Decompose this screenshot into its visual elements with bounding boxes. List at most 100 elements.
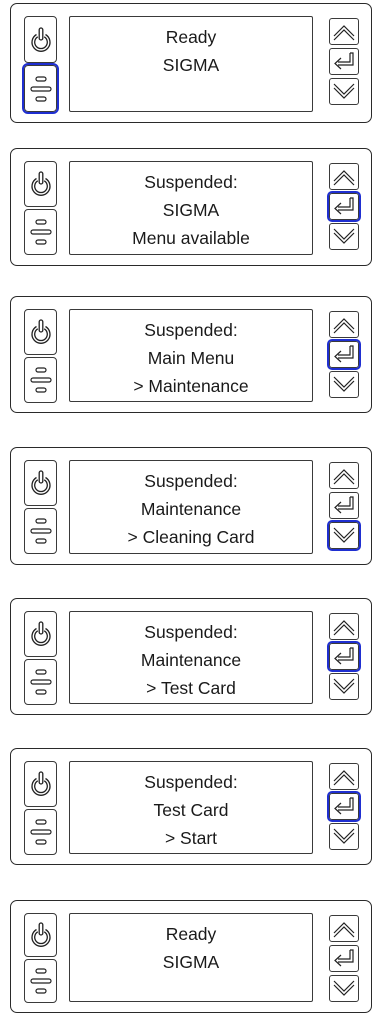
down-arrow-icon	[331, 375, 357, 395]
power-icon	[29, 620, 53, 648]
up-button[interactable]	[329, 18, 359, 45]
menu-button[interactable]	[24, 659, 57, 705]
up-button[interactable]	[329, 613, 359, 640]
panel-state-1: Ready SIGMA	[10, 3, 372, 123]
up-arrow-icon	[331, 315, 357, 335]
up-arrow-icon	[331, 767, 357, 787]
panel-state-5: Suspended: Maintenance > Test Card	[10, 598, 372, 715]
lcd-display: Ready SIGMA	[69, 913, 313, 1002]
enter-icon	[332, 796, 356, 818]
power-button[interactable]	[24, 161, 57, 207]
power-icon	[29, 170, 53, 198]
enter-icon	[332, 344, 356, 366]
up-button[interactable]	[329, 462, 359, 489]
up-button[interactable]	[329, 163, 359, 190]
power-button[interactable]	[24, 761, 57, 807]
up-button[interactable]	[329, 763, 359, 790]
enter-button[interactable]	[327, 339, 361, 370]
enter-icon	[332, 948, 356, 970]
down-button[interactable]	[329, 223, 359, 250]
lcd-line-2: Test Card	[153, 800, 229, 820]
menu-icon	[29, 365, 53, 395]
menu-button[interactable]	[24, 209, 57, 255]
panel-state-7: Ready SIGMA	[10, 900, 372, 1013]
down-button[interactable]	[329, 823, 359, 850]
enter-icon	[332, 646, 356, 668]
power-icon	[29, 26, 53, 54]
down-button[interactable]	[329, 673, 359, 700]
lcd-line-2: Maintenance	[140, 499, 242, 519]
power-button[interactable]	[24, 16, 57, 63]
enter-icon	[332, 196, 356, 218]
lcd-line-3: > Cleaning Card	[127, 527, 255, 547]
panel-state-2: Suspended: SIGMA Menu available	[10, 148, 372, 266]
down-arrow-icon	[331, 677, 357, 697]
up-arrow-icon	[331, 466, 357, 486]
up-arrow-icon	[331, 22, 357, 42]
down-button[interactable]	[329, 78, 359, 105]
enter-button[interactable]	[329, 945, 359, 972]
power-button[interactable]	[24, 309, 57, 355]
lcd-line-3: > Test Card	[146, 678, 236, 698]
lcd-line-2: SIGMA	[162, 200, 220, 220]
up-arrow-icon	[331, 919, 357, 939]
enter-button[interactable]	[329, 492, 359, 519]
down-arrow-icon	[331, 979, 357, 999]
menu-icon	[29, 817, 53, 847]
lcd-line-2: Maintenance	[140, 650, 242, 670]
lcd-line-1: Suspended:	[144, 471, 238, 491]
lcd-display: Suspended: Test Card > Start	[69, 761, 313, 854]
down-arrow-icon	[331, 82, 357, 102]
enter-button[interactable]	[327, 791, 361, 822]
enter-button[interactable]	[329, 48, 359, 75]
down-arrow-icon	[331, 227, 357, 247]
lcd-line-3: Menu available	[132, 228, 250, 248]
power-button[interactable]	[24, 460, 57, 506]
lcd-display: Ready SIGMA	[69, 16, 313, 112]
panel-state-4: Suspended: Maintenance > Cleaning Card	[10, 447, 372, 565]
power-icon	[29, 921, 53, 949]
lcd-line-1: Suspended:	[144, 622, 238, 642]
menu-icon	[29, 74, 53, 104]
enter-icon	[332, 495, 356, 517]
menu-button[interactable]	[24, 508, 57, 554]
enter-icon	[332, 51, 356, 73]
power-icon	[29, 318, 53, 346]
lcd-display: Suspended: Main Menu > Maintenance	[69, 309, 313, 402]
down-button[interactable]	[329, 371, 359, 398]
lcd-line-1: Suspended:	[144, 320, 238, 340]
panel-state-3: Suspended: Main Menu > Maintenance	[10, 296, 372, 413]
lcd-line-3: > Start	[164, 828, 218, 848]
lcd-line-3: > Maintenance	[133, 376, 249, 396]
lcd-line-1: Suspended:	[144, 172, 238, 192]
down-button[interactable]	[329, 975, 359, 1002]
lcd-display: Suspended: Maintenance > Test Card	[69, 611, 313, 704]
up-button[interactable]	[329, 915, 359, 942]
lcd-line-2: Main Menu	[147, 348, 235, 368]
down-arrow-icon	[331, 526, 357, 546]
up-button[interactable]	[329, 311, 359, 338]
down-arrow-icon	[331, 827, 357, 847]
power-icon	[29, 469, 53, 497]
enter-button[interactable]	[327, 641, 361, 672]
menu-icon	[29, 516, 53, 546]
menu-button[interactable]	[24, 357, 57, 403]
menu-button[interactable]	[24, 809, 57, 855]
lcd-line-1: Ready	[165, 924, 217, 944]
panel-state-6: Suspended: Test Card > Start	[10, 748, 372, 865]
menu-icon	[29, 966, 53, 996]
menu-button[interactable]	[22, 63, 59, 114]
lcd-line-2: SIGMA	[162, 952, 220, 972]
enter-button[interactable]	[327, 191, 361, 222]
lcd-line-1: Ready	[165, 27, 217, 47]
lcd-display: Suspended: Maintenance > Cleaning Card	[69, 460, 313, 554]
down-button[interactable]	[327, 520, 361, 551]
menu-icon	[29, 667, 53, 697]
power-button[interactable]	[24, 611, 57, 657]
up-arrow-icon	[331, 617, 357, 637]
lcd-line-2: SIGMA	[162, 55, 220, 75]
menu-icon	[29, 217, 53, 247]
up-arrow-icon	[331, 167, 357, 187]
menu-button[interactable]	[24, 959, 57, 1003]
power-button[interactable]	[24, 913, 57, 957]
